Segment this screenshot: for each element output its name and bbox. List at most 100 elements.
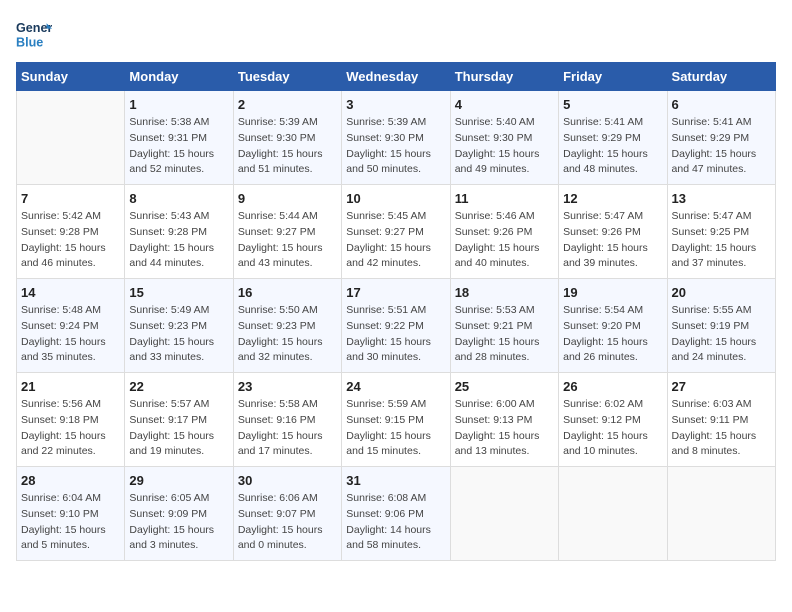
calendar-cell [667,467,775,561]
day-info: Sunrise: 6:00 AM Sunset: 9:13 PM Dayligh… [455,397,554,460]
day-number: 22 [129,379,228,394]
day-info: Sunrise: 5:40 AM Sunset: 9:30 PM Dayligh… [455,115,554,178]
day-info: Sunrise: 6:05 AM Sunset: 9:09 PM Dayligh… [129,491,228,554]
calendar-cell [17,91,125,185]
calendar-cell [559,467,667,561]
calendar-cell: 12 Sunrise: 5:47 AM Sunset: 9:26 PM Dayli… [559,185,667,279]
day-info: Sunrise: 5:49 AM Sunset: 9:23 PM Dayligh… [129,303,228,366]
day-info: Sunrise: 6:03 AM Sunset: 9:11 PM Dayligh… [672,397,771,460]
day-info: Sunrise: 6:04 AM Sunset: 9:10 PM Dayligh… [21,491,120,554]
weekday-header-saturday: Saturday [667,63,775,91]
calendar-week-row: 7 Sunrise: 5:42 AM Sunset: 9:28 PM Daylig… [17,185,776,279]
calendar-cell: 14 Sunrise: 5:48 AM Sunset: 9:24 PM Dayli… [17,279,125,373]
day-info: Sunrise: 5:58 AM Sunset: 9:16 PM Dayligh… [238,397,337,460]
day-number: 8 [129,191,228,206]
calendar-week-row: 28 Sunrise: 6:04 AM Sunset: 9:10 PM Dayli… [17,467,776,561]
weekday-header-row: SundayMondayTuesdayWednesdayThursdayFrid… [17,63,776,91]
calendar-cell: 4 Sunrise: 5:40 AM Sunset: 9:30 PM Daylig… [450,91,558,185]
day-info: Sunrise: 6:06 AM Sunset: 9:07 PM Dayligh… [238,491,337,554]
day-info: Sunrise: 5:50 AM Sunset: 9:23 PM Dayligh… [238,303,337,366]
day-number: 16 [238,285,337,300]
calendar-table: SundayMondayTuesdayWednesdayThursdayFrid… [16,62,776,561]
logo-icon: General Blue [16,16,52,52]
calendar-cell: 3 Sunrise: 5:39 AM Sunset: 9:30 PM Daylig… [342,91,450,185]
calendar-header: SundayMondayTuesdayWednesdayThursdayFrid… [17,63,776,91]
calendar-cell: 26 Sunrise: 6:02 AM Sunset: 9:12 PM Dayli… [559,373,667,467]
day-number: 7 [21,191,120,206]
day-number: 27 [672,379,771,394]
day-number: 14 [21,285,120,300]
calendar-cell: 28 Sunrise: 6:04 AM Sunset: 9:10 PM Dayli… [17,467,125,561]
day-info: Sunrise: 5:54 AM Sunset: 9:20 PM Dayligh… [563,303,662,366]
calendar-cell: 16 Sunrise: 5:50 AM Sunset: 9:23 PM Dayli… [233,279,341,373]
weekday-header-sunday: Sunday [17,63,125,91]
day-number: 31 [346,473,445,488]
day-info: Sunrise: 5:47 AM Sunset: 9:25 PM Dayligh… [672,209,771,272]
day-number: 30 [238,473,337,488]
day-number: 12 [563,191,662,206]
day-info: Sunrise: 5:53 AM Sunset: 9:21 PM Dayligh… [455,303,554,366]
day-info: Sunrise: 5:38 AM Sunset: 9:31 PM Dayligh… [129,115,228,178]
calendar-cell: 31 Sunrise: 6:08 AM Sunset: 9:06 PM Dayli… [342,467,450,561]
day-info: Sunrise: 5:41 AM Sunset: 9:29 PM Dayligh… [672,115,771,178]
calendar-cell [450,467,558,561]
day-number: 28 [21,473,120,488]
day-number: 20 [672,285,771,300]
svg-text:Blue: Blue [16,36,43,50]
calendar-cell: 2 Sunrise: 5:39 AM Sunset: 9:30 PM Daylig… [233,91,341,185]
day-info: Sunrise: 5:46 AM Sunset: 9:26 PM Dayligh… [455,209,554,272]
day-number: 2 [238,97,337,112]
calendar-cell: 6 Sunrise: 5:41 AM Sunset: 9:29 PM Daylig… [667,91,775,185]
day-number: 17 [346,285,445,300]
calendar-cell: 23Sunrise: 5:58 AM Sunset: 9:16 PM Dayli… [233,373,341,467]
day-number: 3 [346,97,445,112]
calendar-cell: 13 Sunrise: 5:47 AM Sunset: 9:25 PM Dayli… [667,185,775,279]
calendar-cell: 29 Sunrise: 6:05 AM Sunset: 9:09 PM Dayli… [125,467,233,561]
day-info: Sunrise: 6:02 AM Sunset: 9:12 PM Dayligh… [563,397,662,460]
day-info: Sunrise: 6:08 AM Sunset: 9:06 PM Dayligh… [346,491,445,554]
day-info: Sunrise: 5:47 AM Sunset: 9:26 PM Dayligh… [563,209,662,272]
weekday-header-wednesday: Wednesday [342,63,450,91]
day-number: 1 [129,97,228,112]
calendar-cell: 25 Sunrise: 6:00 AM Sunset: 9:13 PM Dayli… [450,373,558,467]
day-number: 4 [455,97,554,112]
calendar-week-row: 21Sunrise: 5:56 AM Sunset: 9:18 PM Dayli… [17,373,776,467]
calendar-body: 1 Sunrise: 5:38 AM Sunset: 9:31 PM Daylig… [17,91,776,561]
day-info: Sunrise: 5:43 AM Sunset: 9:28 PM Dayligh… [129,209,228,272]
calendar-cell: 1 Sunrise: 5:38 AM Sunset: 9:31 PM Daylig… [125,91,233,185]
page-header: General Blue [16,16,776,52]
day-number: 25 [455,379,554,394]
day-number: 26 [563,379,662,394]
day-number: 29 [129,473,228,488]
calendar-cell: 27 Sunrise: 6:03 AM Sunset: 9:11 PM Dayli… [667,373,775,467]
day-number: 10 [346,191,445,206]
calendar-cell: 30 Sunrise: 6:06 AM Sunset: 9:07 PM Dayli… [233,467,341,561]
day-info: Sunrise: 5:48 AM Sunset: 9:24 PM Dayligh… [21,303,120,366]
calendar-cell: 24 Sunrise: 5:59 AM Sunset: 9:15 PM Dayli… [342,373,450,467]
day-info: Sunrise: 5:42 AM Sunset: 9:28 PM Dayligh… [21,209,120,272]
day-info: Sunrise: 5:39 AM Sunset: 9:30 PM Dayligh… [238,115,337,178]
calendar-cell: 10Sunrise: 5:45 AM Sunset: 9:27 PM Dayli… [342,185,450,279]
day-info: Sunrise: 5:55 AM Sunset: 9:19 PM Dayligh… [672,303,771,366]
day-info: Sunrise: 5:44 AM Sunset: 9:27 PM Dayligh… [238,209,337,272]
calendar-cell: 21Sunrise: 5:56 AM Sunset: 9:18 PM Dayli… [17,373,125,467]
day-number: 24 [346,379,445,394]
weekday-header-friday: Friday [559,63,667,91]
day-number: 9 [238,191,337,206]
calendar-cell: 11Sunrise: 5:46 AM Sunset: 9:26 PM Dayli… [450,185,558,279]
weekday-header-thursday: Thursday [450,63,558,91]
calendar-cell: 22 Sunrise: 5:57 AM Sunset: 9:17 PM Dayli… [125,373,233,467]
day-number: 6 [672,97,771,112]
weekday-header-monday: Monday [125,63,233,91]
day-number: 19 [563,285,662,300]
day-info: Sunrise: 5:57 AM Sunset: 9:17 PM Dayligh… [129,397,228,460]
calendar-cell: 7 Sunrise: 5:42 AM Sunset: 9:28 PM Daylig… [17,185,125,279]
day-number: 21 [21,379,120,394]
day-number: 13 [672,191,771,206]
calendar-cell: 20 Sunrise: 5:55 AM Sunset: 9:19 PM Dayli… [667,279,775,373]
day-info: Sunrise: 5:39 AM Sunset: 9:30 PM Dayligh… [346,115,445,178]
day-number: 15 [129,285,228,300]
calendar-cell: 5Sunrise: 5:41 AM Sunset: 9:29 PM Daylig… [559,91,667,185]
day-info: Sunrise: 5:59 AM Sunset: 9:15 PM Dayligh… [346,397,445,460]
calendar-week-row: 14 Sunrise: 5:48 AM Sunset: 9:24 PM Dayli… [17,279,776,373]
